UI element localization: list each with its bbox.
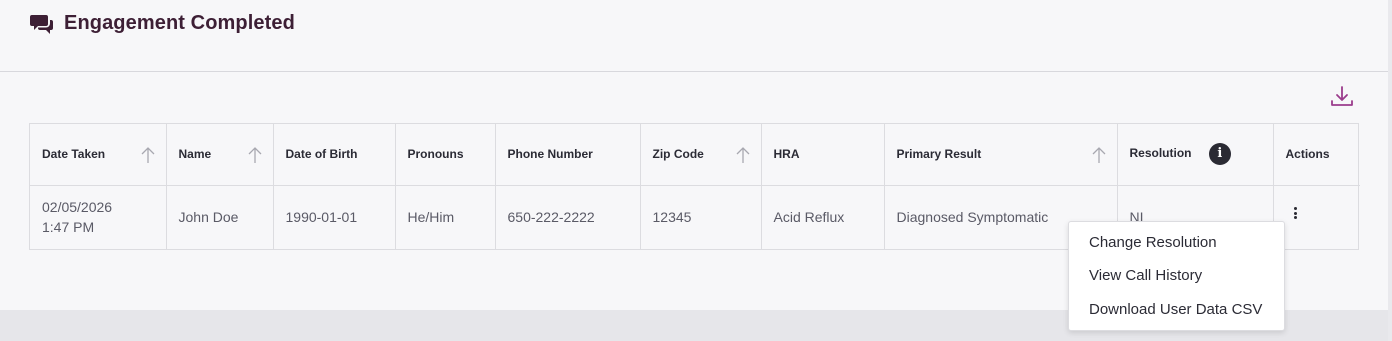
cell-date-of-birth: 1990-01-01 — [273, 185, 396, 249]
table-header-row: Date Taken Name Date of Birth Pronouns P… — [30, 124, 1360, 186]
cell-hra: Acid Reflux — [761, 185, 885, 249]
cell-zip-code: 12345 — [640, 185, 762, 249]
column-label: HRA — [773, 147, 800, 162]
info-icon[interactable]: i — [1208, 143, 1231, 166]
download-icon[interactable] — [1328, 83, 1356, 111]
column-header-primary-result[interactable]: Primary Result — [884, 124, 1118, 186]
chat-bubbles-icon — [30, 15, 53, 34]
column-label: Phone Number — [507, 147, 593, 162]
column-header-name[interactable]: Name — [166, 124, 274, 186]
column-label: Primary Result — [896, 147, 982, 162]
column-header-date-of-birth: Date of Birth — [273, 124, 396, 186]
sort-arrow-up-icon[interactable] — [247, 146, 263, 164]
sort-arrow-up-icon[interactable] — [140, 146, 156, 164]
cell-name: John Doe — [166, 185, 274, 249]
menu-item-change-resolution[interactable]: Change Resolution — [1089, 234, 1217, 251]
column-label: Pronouns — [407, 147, 464, 162]
column-header-zip-code[interactable]: Zip Code — [640, 124, 762, 186]
sort-arrow-up-icon[interactable] — [735, 146, 751, 164]
column-label: Date Taken — [42, 147, 106, 162]
column-header-date-taken[interactable]: Date Taken — [30, 124, 167, 186]
page-header: Engagement Completed — [0, 0, 1392, 72]
menu-item-download-user-data-csv[interactable]: Download User Data CSV — [1089, 301, 1262, 318]
column-label: Zip Code — [652, 147, 704, 162]
cell-date-taken: 02/05/2026 1:47 PM — [30, 185, 167, 249]
column-label: Date of Birth — [285, 147, 358, 162]
sort-arrow-up-icon[interactable] — [1091, 146, 1107, 164]
column-header-hra: HRA — [761, 124, 885, 186]
more-actions-icon[interactable] — [1287, 206, 1303, 224]
column-header-pronouns: Pronouns — [395, 124, 496, 186]
cell-pronouns: He/Him — [395, 185, 496, 249]
column-header-resolution: Resolution i — [1117, 124, 1274, 186]
actions-menu: Change Resolution View Call History Down… — [1068, 221, 1285, 331]
column-label: Resolution — [1129, 146, 1192, 161]
column-header-phone-number: Phone Number — [495, 124, 641, 186]
date-value: 02/05/2026 — [42, 199, 113, 216]
column-header-actions: Actions — [1273, 124, 1360, 186]
scrollbar[interactable] — [1388, 0, 1392, 341]
time-value: 1:47 PM — [42, 219, 95, 236]
menu-item-view-call-history[interactable]: View Call History — [1089, 267, 1202, 284]
page-title: Engagement Completed — [64, 12, 295, 34]
column-label: Actions — [1285, 147, 1330, 162]
column-label: Name — [178, 147, 212, 162]
cell-phone-number: 650-222-2222 — [495, 185, 641, 249]
